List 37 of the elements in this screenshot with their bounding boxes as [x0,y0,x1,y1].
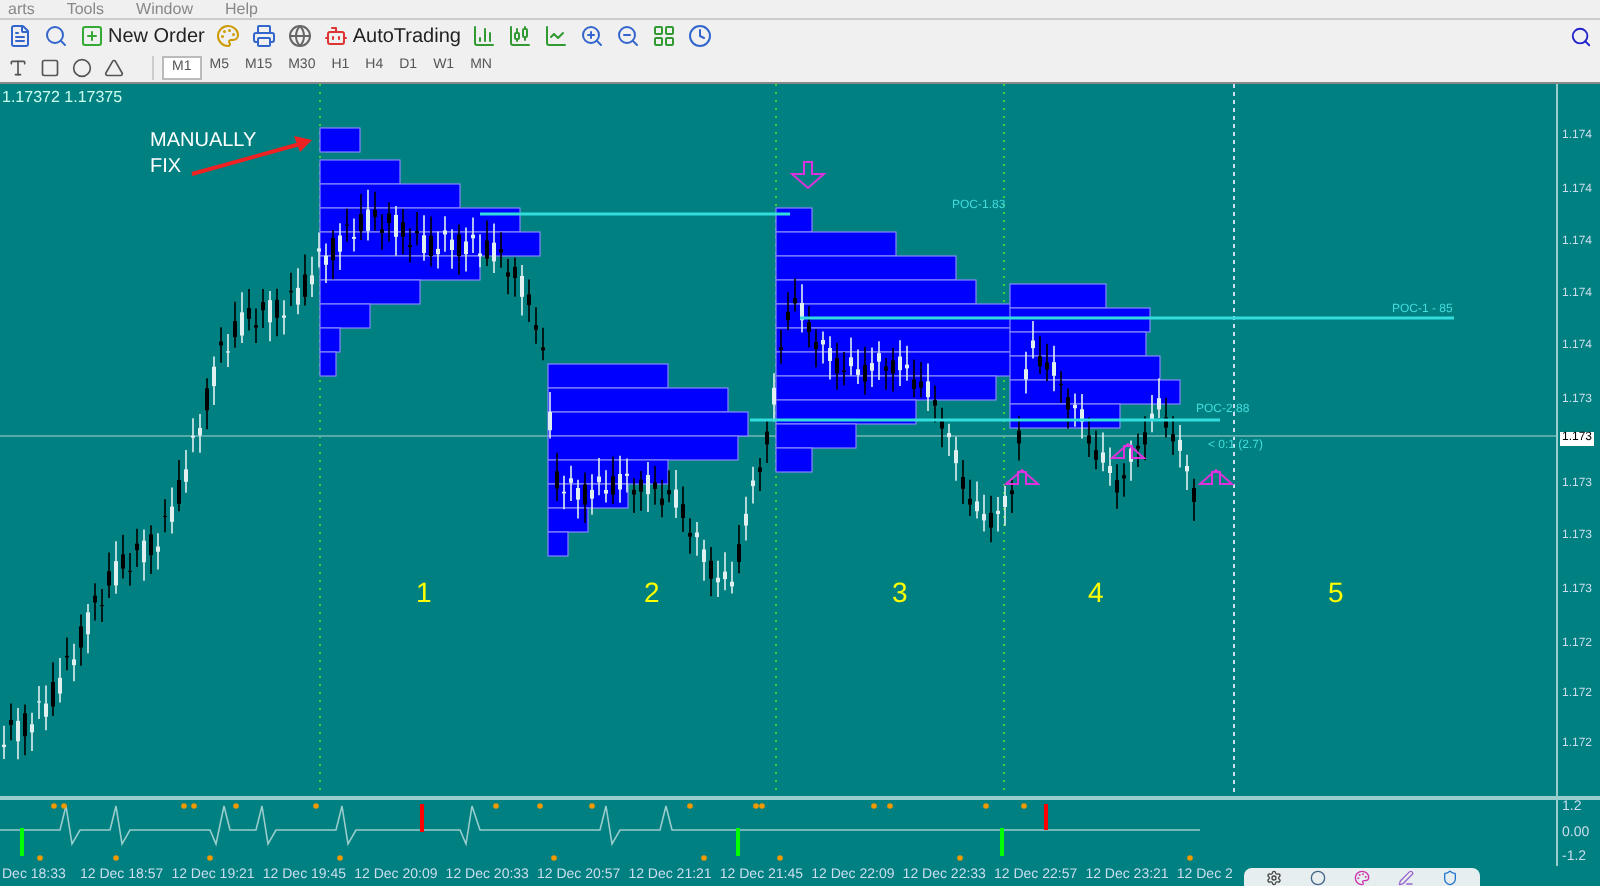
session-label: 5 [1328,574,1344,612]
robot-icon [324,24,349,49]
up-arrow-icon [1003,468,1041,485]
up-arrow-icon [1197,468,1235,485]
session-label: 3 [892,574,908,612]
quote-text: 1.17372 1.17375 [2,86,123,110]
clock-icon[interactable] [688,24,713,49]
up-arrow-icon [1109,442,1147,459]
session-label: 1 [416,574,432,612]
printer-icon[interactable] [252,24,277,49]
gear-icon[interactable] [1266,869,1282,885]
new-order-button[interactable]: New Order [80,21,205,52]
candlestick-icon[interactable] [508,24,533,49]
plus-icon [80,24,104,49]
session-label: 2 [644,574,660,612]
down-arrow-icon [789,161,827,190]
text-icon[interactable] [8,57,28,78]
rectangle-icon[interactable] [40,57,60,78]
autotrading-button[interactable]: AutoTrading [324,21,461,52]
palette-icon[interactable] [1354,869,1370,885]
pen-icon[interactable] [1398,869,1414,885]
line-chart-icon[interactable] [544,24,569,49]
zoom-in-icon[interactable] [580,24,605,49]
circle-icon[interactable] [1310,869,1326,885]
search-icon[interactable] [44,24,68,49]
ellipse-icon[interactable] [72,57,92,78]
search-icon[interactable] [1570,25,1592,48]
window-icon[interactable] [8,24,32,49]
globe-icon[interactable] [288,24,313,49]
annotation-text: MANUALLY [150,128,257,154]
zoom-out-icon[interactable] [616,24,641,49]
tile-icon[interactable] [652,24,677,49]
annotation-text: FIX [150,154,184,180]
triangle-icon[interactable] [104,57,124,78]
session-label: 4 [1088,574,1104,612]
shield-icon[interactable] [1442,869,1458,885]
bar-chart-icon[interactable] [472,24,497,49]
